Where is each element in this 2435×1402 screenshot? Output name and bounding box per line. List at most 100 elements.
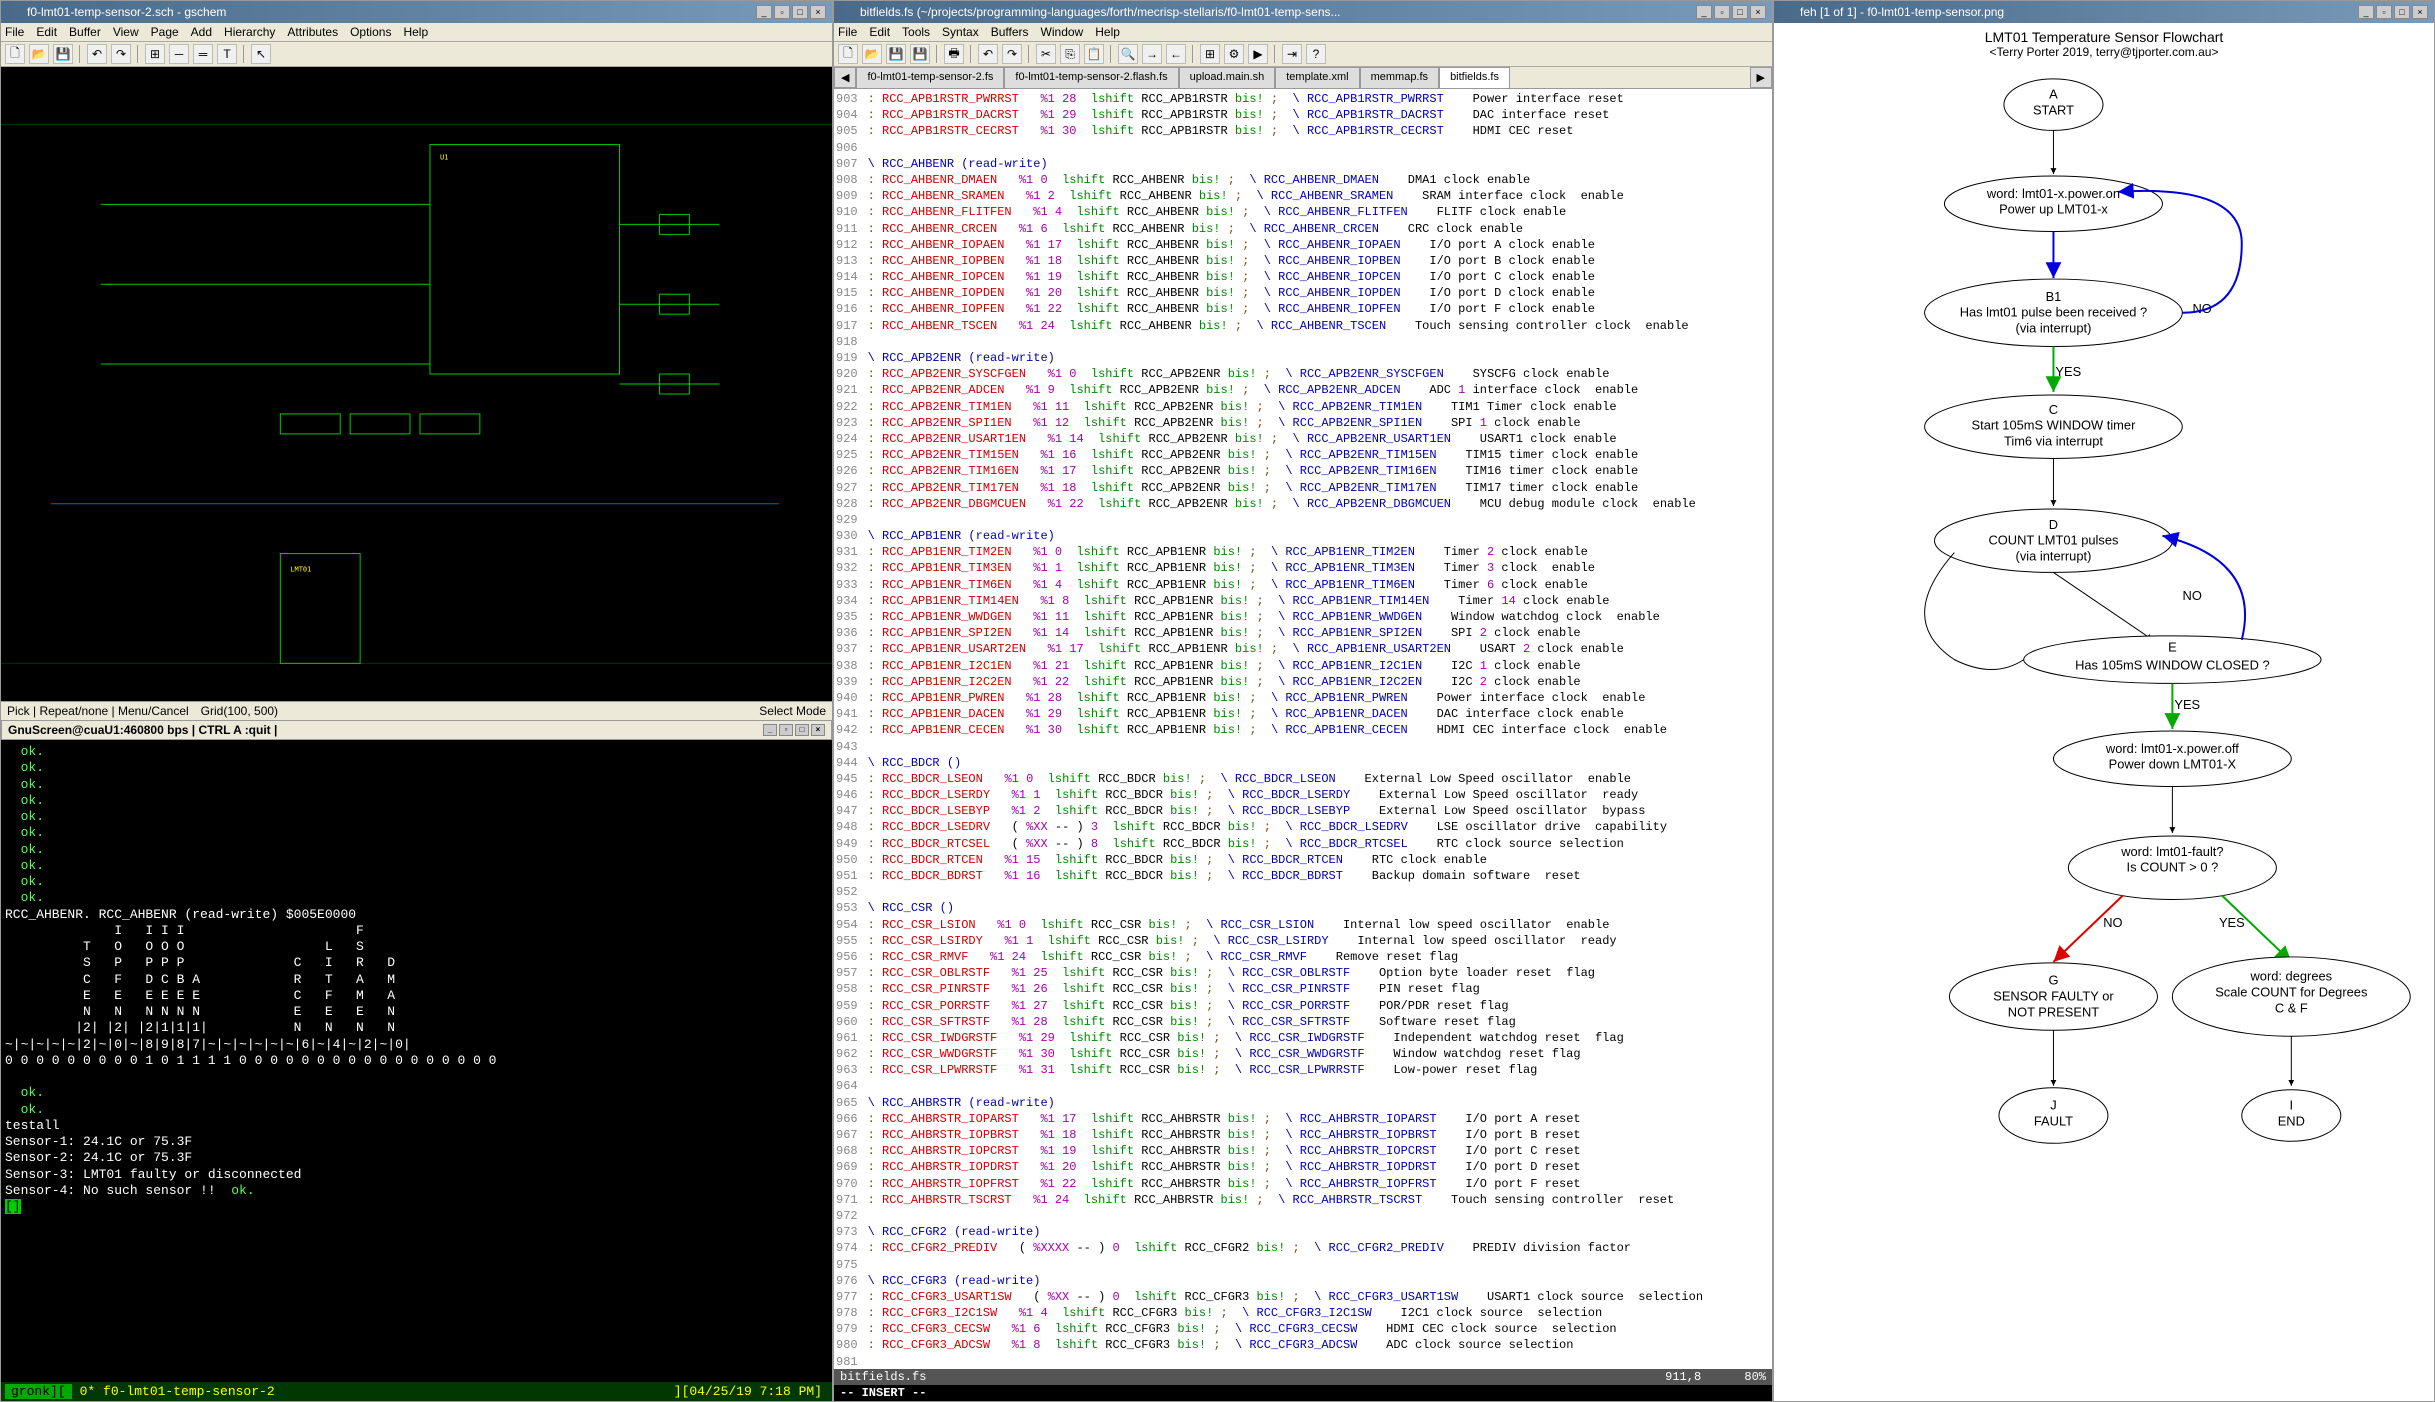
tab-scroll-right[interactable]: ▶ <box>1750 67 1772 88</box>
term-max-button[interactable]: □ <box>795 724 809 736</box>
save-icon[interactable]: 💾 <box>53 44 73 64</box>
bus-icon[interactable]: ═ <box>193 44 213 64</box>
maximize-button[interactable]: □ <box>792 5 808 19</box>
feh-titlebar: feh [1 of 1] - f0-lmt01-temp-sensor.png … <box>1774 1 2434 23</box>
label-B1-yes: YES <box>2055 364 2081 379</box>
term-close-button[interactable]: × <box>811 724 825 736</box>
code-editor[interactable]: 903 904 905 906 907 908 909 910 911 912 … <box>834 89 1772 1369</box>
status-mode: Select Mode <box>759 704 826 718</box>
vim-statusline: bitfields.fs 911,8 80% <box>834 1369 1772 1385</box>
vim-position: 911,8 <box>1665 1370 1701 1384</box>
feh-minimize-button[interactable]: _ <box>2358 5 2374 19</box>
text-icon[interactable]: T <box>217 44 237 64</box>
menu-help[interactable]: Help <box>403 25 428 39</box>
restore-button[interactable]: ▫ <box>774 5 790 19</box>
gvim-maximize-button[interactable]: □ <box>1732 5 1748 19</box>
svg-text:word: lmt01-x.power.off: word: lmt01-x.power.off <box>2105 741 2239 756</box>
tab-0[interactable]: f0-lmt01-temp-sensor-2.fs <box>856 67 1004 88</box>
gvim-paste-icon[interactable]: 📋 <box>1084 44 1104 64</box>
menu-window[interactable]: Window <box>1041 25 1084 39</box>
gvim-close-button[interactable]: × <box>1750 5 1766 19</box>
menu-add[interactable]: Add <box>191 25 212 39</box>
terminal-output[interactable]: ok. ok. ok. ok. ok. ok. ok. ok. ok. ok. … <box>1 740 832 1382</box>
menu-page[interactable]: Page <box>151 25 179 39</box>
gvim-find-icon[interactable]: 🔍 <box>1118 44 1138 64</box>
menu-buffers[interactable]: Buffers <box>991 25 1029 39</box>
new-icon[interactable]: 🗋 <box>5 44 25 64</box>
gvim-session-icon[interactable]: ⊞ <box>1200 44 1220 64</box>
gvim-titlebar: bitfields.fs (~/projects/programming-lan… <box>834 1 1772 23</box>
gvim-shell-icon[interactable]: ▶ <box>1248 44 1268 64</box>
tab-5[interactable]: bitfields.fs <box>1439 67 1510 88</box>
gvim-findprev-icon[interactable]: ← <box>1166 44 1186 64</box>
node-J-id: J <box>2050 1098 2056 1113</box>
menu-options[interactable]: Options <box>350 25 391 39</box>
gvim-tabbar: ◀ f0-lmt01-temp-sensor-2.fsf0-lmt01-temp… <box>834 67 1772 89</box>
svg-text:C & F: C & F <box>2275 1000 2308 1015</box>
feh-maximize-button[interactable]: □ <box>2394 5 2410 19</box>
minimize-button[interactable]: _ <box>756 5 772 19</box>
node-J-label: FAULT <box>2034 1113 2073 1128</box>
component-icon[interactable]: ⊞ <box>145 44 165 64</box>
schematic-canvas[interactable]: U1 LMT01 <box>1 67 832 701</box>
svg-text:word: lmt01-fault?: word: lmt01-fault? <box>2120 844 2223 859</box>
menu-file[interactable]: File <box>5 25 24 39</box>
gvim-open-icon[interactable]: 📂 <box>862 44 882 64</box>
gvim-save-icon[interactable]: 💾 <box>886 44 906 64</box>
gvim-minimize-button[interactable]: _ <box>1696 5 1712 19</box>
feh-restore-button[interactable]: ▫ <box>2376 5 2392 19</box>
node-A-label: START <box>2033 103 2074 118</box>
gvim-print-icon[interactable]: 🖶 <box>944 44 964 64</box>
menu-file[interactable]: File <box>838 25 857 39</box>
terminal-title: GnuScreen@cuaU1:460800 bps | CTRL A :qui… <box>8 723 277 737</box>
redo-icon[interactable]: ↷ <box>111 44 131 64</box>
menu-edit[interactable]: Edit <box>36 25 57 39</box>
node-B1-id: B1 <box>2046 289 2062 304</box>
select-icon[interactable]: ↖ <box>251 44 271 64</box>
tab-4[interactable]: memmap.fs <box>1360 67 1439 88</box>
gvim-findnext-icon[interactable]: → <box>1142 44 1162 64</box>
vim-filename: bitfields.fs <box>840 1370 926 1384</box>
node-E-id: E <box>2168 640 2177 655</box>
svg-text:word: lmt01-x.power.on: word: lmt01-x.power.on <box>1986 186 2120 201</box>
net-icon[interactable]: ─ <box>169 44 189 64</box>
menu-help[interactable]: Help <box>1095 25 1120 39</box>
svg-text:NOT PRESENT: NOT PRESENT <box>2008 1004 2099 1019</box>
tab-3[interactable]: template.xml <box>1275 67 1359 88</box>
tab-1[interactable]: f0-lmt01-temp-sensor-2.flash.fs <box>1004 67 1178 88</box>
svg-text:word: degrees: word: degrees <box>2250 969 2333 984</box>
flowchart-image: LMT01 Temperature Sensor Flowchart <Terr… <box>1774 23 2434 1401</box>
gschem-menubar: File Edit Buffer View Page Add Hierarchy Attrib… <box>1 23 832 42</box>
close-button[interactable]: × <box>810 5 826 19</box>
gvim-copy-icon[interactable]: ⎘ <box>1060 44 1080 64</box>
tab-2[interactable]: upload.main.sh <box>1179 67 1276 88</box>
gvim-tag-icon[interactable]: ⇥ <box>1282 44 1302 64</box>
menu-syntax[interactable]: Syntax <box>942 25 979 39</box>
gvim-make-icon[interactable]: ⚙ <box>1224 44 1244 64</box>
svg-text:Start 105mS WINDOW timer: Start 105mS WINDOW timer <box>1972 418 2137 433</box>
menu-hierarchy[interactable]: Hierarchy <box>224 25 275 39</box>
menu-attributes[interactable]: Attributes <box>287 25 338 39</box>
term-rest-button[interactable]: ▫ <box>779 724 793 736</box>
term-min-button[interactable]: _ <box>763 724 777 736</box>
tab-scroll-left[interactable]: ◀ <box>834 67 856 88</box>
feh-close-button[interactable]: × <box>2412 5 2428 19</box>
menu-view[interactable]: View <box>113 25 139 39</box>
feh-title: feh [1 of 1] - f0-lmt01-temp-sensor.png <box>1800 5 2352 19</box>
svg-text:Has lmt01 pulse been received: Has lmt01 pulse been received ? <box>1960 305 2148 320</box>
menu-buffer[interactable]: Buffer <box>69 25 101 39</box>
gvim-cut-icon[interactable]: ✂ <box>1036 44 1056 64</box>
gvim-saveall-icon[interactable]: 💾 <box>910 44 930 64</box>
gvim-title: bitfields.fs (~/projects/programming-lan… <box>860 5 1690 19</box>
menu-edit[interactable]: Edit <box>869 25 890 39</box>
open-icon[interactable]: 📂 <box>29 44 49 64</box>
gvim-new-icon[interactable]: 🗋 <box>838 44 858 64</box>
gvim-redo-icon[interactable]: ↷ <box>1002 44 1022 64</box>
gvim-restore-button[interactable]: ▫ <box>1714 5 1730 19</box>
menu-tools[interactable]: Tools <box>902 25 930 39</box>
gvim-menubar: File Edit Tools Syntax Buffers Window Help <box>834 23 1772 42</box>
gvim-undo-icon[interactable]: ↶ <box>978 44 998 64</box>
gvim-help-icon[interactable]: ? <box>1306 44 1326 64</box>
node-C-id: C <box>2049 402 2058 417</box>
undo-icon[interactable]: ↶ <box>87 44 107 64</box>
